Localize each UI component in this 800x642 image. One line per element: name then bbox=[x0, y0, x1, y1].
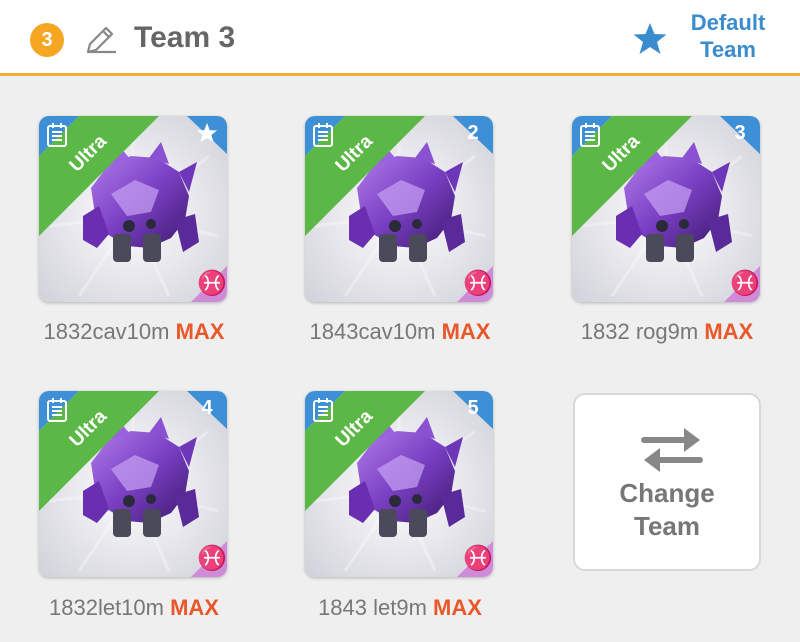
default-team-label-line2: Team bbox=[700, 37, 756, 62]
monster-card[interactable]: 3 Ultra ♓ bbox=[572, 116, 760, 302]
swap-arrows-icon bbox=[641, 428, 703, 472]
monster-name: 1843 let9m bbox=[318, 595, 434, 620]
monster-caption: 1832cav10m MAX bbox=[14, 318, 254, 346]
pisces-element-icon: ♓ bbox=[197, 545, 227, 572]
monster-name: 1843cav10m bbox=[309, 319, 442, 344]
monster-card[interactable]: 4 Ultra ♓ bbox=[39, 391, 227, 577]
info-document-icon[interactable] bbox=[311, 397, 335, 423]
max-level-label: MAX bbox=[433, 595, 482, 620]
info-document-icon[interactable] bbox=[45, 122, 69, 148]
monster-card[interactable]: 2 Ultra ♓ bbox=[305, 116, 493, 302]
monster-caption: 1843 let9m MAX bbox=[280, 594, 520, 622]
change-team-label: Change Team bbox=[575, 477, 759, 543]
pisces-element-icon: ♓ bbox=[463, 545, 493, 572]
monster-caption: 1832 rog9m MAX bbox=[547, 318, 787, 346]
monster-name: 1832let10m bbox=[49, 595, 171, 620]
slot-badge: 3 bbox=[720, 116, 760, 152]
star-icon[interactable] bbox=[632, 22, 668, 56]
change-team-button[interactable]: Change Team bbox=[573, 393, 761, 571]
slot-number: 5 bbox=[467, 397, 479, 419]
default-team-label-line1: Default bbox=[690, 10, 766, 35]
max-level-label: MAX bbox=[175, 319, 225, 344]
team-number-badge: 3 bbox=[30, 23, 64, 57]
default-team-button[interactable]: Default Team bbox=[672, 9, 784, 63]
slot-badge: 2 bbox=[453, 116, 493, 152]
info-document-icon[interactable] bbox=[45, 397, 69, 423]
leader-star-icon bbox=[196, 122, 218, 143]
monster-card[interactable]: Ultra ♓ bbox=[39, 116, 227, 302]
pisces-element-icon: ♓ bbox=[730, 270, 760, 297]
slot-badge: 5 bbox=[453, 391, 493, 427]
info-document-icon[interactable] bbox=[311, 122, 335, 148]
slot-number: 4 bbox=[201, 397, 213, 419]
monster-caption: 1832let10m MAX bbox=[14, 594, 254, 622]
max-level-label: MAX bbox=[704, 319, 754, 344]
slot-number: 2 bbox=[467, 122, 479, 144]
slot-number: 3 bbox=[734, 122, 746, 144]
pisces-element-icon: ♓ bbox=[463, 270, 493, 297]
monster-name: 1832cav10m bbox=[43, 319, 176, 344]
monster-caption: 1843cav10m MAX bbox=[280, 318, 520, 346]
info-document-icon[interactable] bbox=[578, 122, 602, 148]
change-team-label-line2: Team bbox=[634, 511, 700, 541]
slot-badge bbox=[187, 116, 227, 152]
team-header: 3 Team 3 Default Team bbox=[0, 0, 800, 76]
pencil-icon[interactable] bbox=[82, 22, 118, 58]
slot-badge: 4 bbox=[187, 391, 227, 427]
pisces-element-icon: ♓ bbox=[197, 270, 227, 297]
team-name[interactable]: Team 3 bbox=[134, 18, 235, 58]
max-level-label: MAX bbox=[170, 595, 219, 620]
monster-name: 1832 rog9m bbox=[580, 319, 705, 344]
max-level-label: MAX bbox=[441, 319, 491, 344]
monster-card[interactable]: 5 Ultra ♓ bbox=[305, 391, 493, 577]
change-team-label-line1: Change bbox=[619, 478, 715, 508]
